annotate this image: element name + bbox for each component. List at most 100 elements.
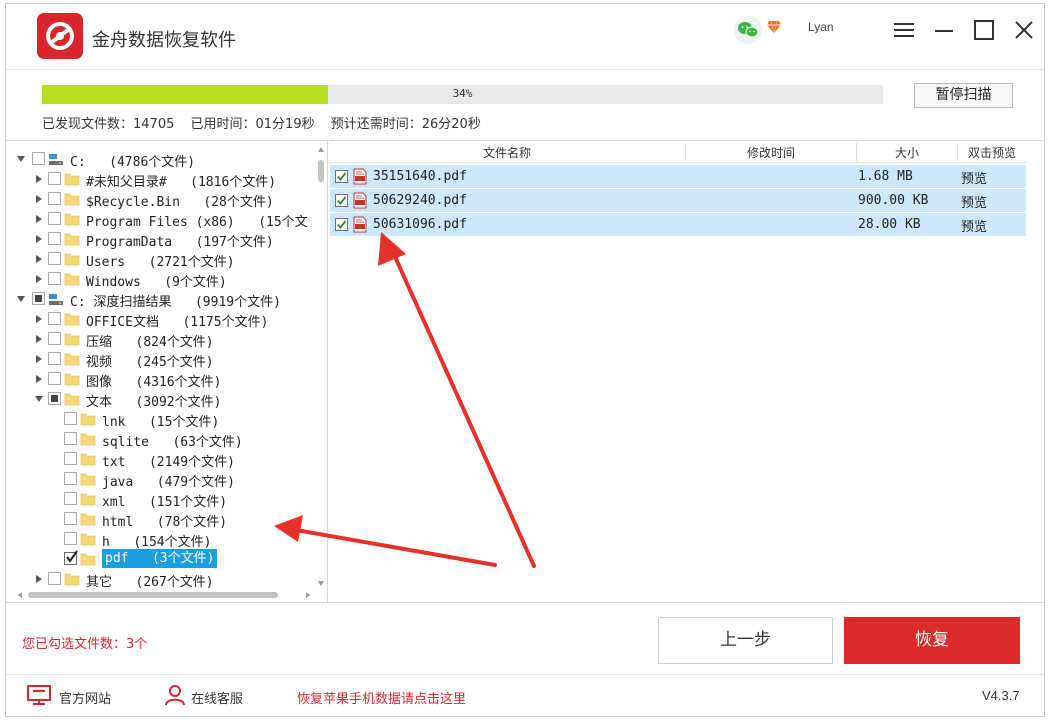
tree-node-deep-scan[interactable]: C: 深度扫描结果 (9919个文件) <box>16 289 316 310</box>
folder-icon <box>64 313 80 326</box>
tree-checkbox[interactable] <box>64 452 77 465</box>
close-icon[interactable] <box>1010 16 1038 44</box>
tree-checkbox[interactable] <box>48 352 61 365</box>
file-size: 28.00 KB <box>858 217 921 232</box>
expanded-arrow-icon[interactable] <box>34 394 44 404</box>
tree-checkbox[interactable] <box>48 312 61 325</box>
tree-checkbox[interactable] <box>48 172 61 185</box>
tree-node[interactable]: sqlite (63个文件) <box>16 429 316 450</box>
tree-node[interactable]: txt (2149个文件) <box>16 449 316 470</box>
tree-node[interactable]: pdf (3个文件) <box>16 549 316 569</box>
tree-checkbox[interactable] <box>48 572 61 585</box>
tree-checkbox[interactable] <box>48 192 61 205</box>
tree-vertical-scrollbar[interactable] <box>314 144 328 589</box>
tree-node[interactable]: 图像 (4316个文件) <box>16 369 316 390</box>
tree-node-drive-c[interactable]: C: (4786个文件) <box>16 149 316 170</box>
minimize-icon[interactable] <box>930 16 958 44</box>
tree-checkbox-partial[interactable] <box>48 392 61 405</box>
online-support-link[interactable]: 在线客服 <box>191 688 243 707</box>
wechat-icon[interactable] <box>734 16 762 44</box>
tree-checkbox[interactable] <box>64 512 77 525</box>
tree-node[interactable]: lnk (15个文件) <box>16 409 316 430</box>
tree-node[interactable]: 文本 (3092个文件) <box>16 389 316 410</box>
file-checkbox-checked[interactable] <box>335 218 348 231</box>
folder-icon <box>64 273 80 286</box>
maximize-icon[interactable] <box>970 16 998 44</box>
tree-node[interactable]: html (78个文件) <box>16 509 316 530</box>
tree-checkbox[interactable] <box>48 372 61 385</box>
collapsed-arrow-icon[interactable] <box>34 214 44 224</box>
tree-node[interactable]: xml (151个文件) <box>16 489 316 510</box>
official-website-link[interactable]: 官方网站 <box>59 688 111 707</box>
collapsed-arrow-icon[interactable] <box>34 574 44 584</box>
tree-node[interactable]: OFFICE文档 (1175个文件) <box>16 309 316 330</box>
folder-icon <box>80 453 96 466</box>
expanded-arrow-icon[interactable] <box>16 294 26 304</box>
tree-node[interactable]: $Recycle.Bin (28个文件) <box>16 189 316 210</box>
column-header-size[interactable]: 大小 <box>857 144 957 161</box>
file-checkbox-checked[interactable] <box>335 170 348 183</box>
collapsed-arrow-icon[interactable] <box>34 274 44 284</box>
collapsed-arrow-icon[interactable] <box>34 254 44 264</box>
collapsed-arrow-icon[interactable] <box>34 314 44 324</box>
file-row[interactable]: 35151640.pdf 1.68 MB 预览 <box>330 165 1026 188</box>
tree-checkbox-partial[interactable] <box>32 292 45 305</box>
tree-checkbox[interactable] <box>48 212 61 225</box>
file-row[interactable]: 50629240.pdf 900.00 KB 预览 <box>330 189 1026 212</box>
preview-link[interactable]: 预览 <box>961 216 987 235</box>
tree-horizontal-scrollbar[interactable] <box>16 588 314 602</box>
tree-node-other[interactable]: 其它 (267个文件) <box>16 569 316 590</box>
tree-node[interactable]: Windows (9个文件) <box>16 269 316 290</box>
tree-checkbox[interactable] <box>48 252 61 265</box>
tree-checkbox[interactable] <box>48 332 61 345</box>
column-header-modified[interactable]: 修改时间 <box>686 144 856 161</box>
tree-checkbox[interactable] <box>64 472 77 485</box>
tree-checkbox[interactable] <box>48 232 61 245</box>
tree-checkbox[interactable] <box>32 152 45 165</box>
username[interactable]: Lyan <box>808 20 834 34</box>
preview-link[interactable]: 预览 <box>961 168 987 187</box>
version-label: V4.3.7 <box>982 688 1020 703</box>
tree-node[interactable]: Users (2721个文件) <box>16 249 316 270</box>
collapsed-arrow-icon[interactable] <box>34 374 44 384</box>
drive-icon <box>49 294 63 305</box>
folder-icon <box>64 573 80 586</box>
apple-recovery-link[interactable]: 恢复苹果手机数据请点击这里 <box>297 688 466 707</box>
menu-icon[interactable] <box>890 16 918 44</box>
preview-link[interactable]: 预览 <box>961 192 987 211</box>
tree-checkbox[interactable] <box>64 412 77 425</box>
collapsed-arrow-icon[interactable] <box>34 194 44 204</box>
file-row[interactable]: 50631096.pdf 28.00 KB 预览 <box>330 213 1026 236</box>
tree-node[interactable]: h (154个文件) <box>16 529 316 550</box>
vip-icon[interactable] <box>766 20 782 38</box>
collapsed-arrow-icon[interactable] <box>34 354 44 364</box>
column-header-name[interactable]: 文件名称 <box>329 144 685 161</box>
collapsed-arrow-icon[interactable] <box>34 234 44 244</box>
elapsed-time: 已用时间：01分19秒 <box>190 117 315 132</box>
previous-step-button[interactable]: 上一步 <box>658 617 833 664</box>
tree-node[interactable]: 压缩 (824个文件) <box>16 329 316 350</box>
file-name: 35151640.pdf <box>373 169 467 184</box>
tree-node[interactable]: Program Files (x86) (15个文 <box>16 209 316 230</box>
tree-node[interactable]: 视频 (245个文件) <box>16 349 316 370</box>
expanded-arrow-icon[interactable] <box>16 154 26 164</box>
monitor-icon[interactable] <box>26 684 52 706</box>
collapsed-arrow-icon[interactable] <box>34 334 44 344</box>
tree-checkbox[interactable] <box>48 272 61 285</box>
tree-node[interactable]: #未知父目录# (1816个文件) <box>16 169 316 190</box>
pause-scan-button[interactable]: 暂停扫描 <box>914 83 1013 108</box>
collapsed-arrow-icon[interactable] <box>34 174 44 184</box>
tree-checkbox-checked[interactable] <box>64 550 78 565</box>
customer-service-icon[interactable] <box>164 684 186 706</box>
tree-checkbox[interactable] <box>64 532 77 545</box>
tree-node[interactable]: java (479个文件) <box>16 469 316 490</box>
column-header-preview[interactable]: 双击预览 <box>958 144 1026 161</box>
tree-node[interactable]: ProgramData (197个文件) <box>16 229 316 250</box>
scan-stats: 已发现文件数：14705 已用时间：01分19秒 预计还需时间：26分20秒 <box>42 113 493 132</box>
logo-icon <box>37 13 83 59</box>
recover-button[interactable]: 恢复 <box>844 617 1020 664</box>
file-checkbox-checked[interactable] <box>335 194 348 207</box>
tree-checkbox[interactable] <box>64 432 77 445</box>
pdf-file-icon <box>353 168 367 185</box>
tree-checkbox[interactable] <box>64 492 77 505</box>
